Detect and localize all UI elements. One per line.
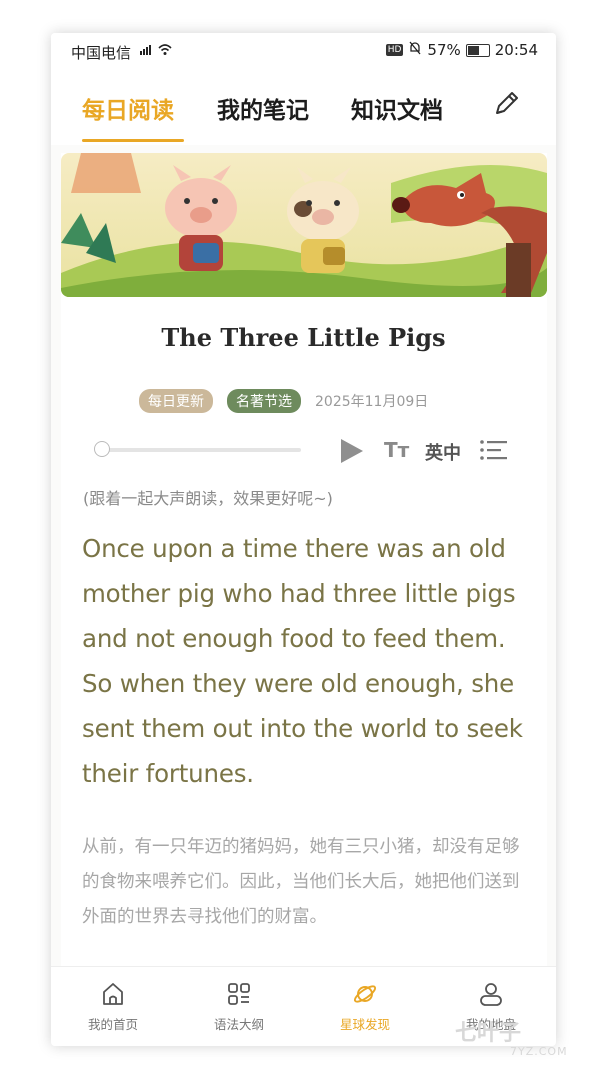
status-bar: 中国电信 HD 57% 20:54 [51, 33, 556, 69]
hd-icon: HD [385, 44, 404, 56]
edit-pencil-icon[interactable] [491, 89, 521, 123]
nav-label: 我的首页 [87, 1017, 138, 1032]
tab-daily-reading[interactable]: 每日阅读 [82, 91, 174, 125]
language-toggle-button[interactable]: 英中 [425, 439, 461, 465]
reading-hint: (跟着一起大声朗读，效果更好呢~) [83, 489, 333, 508]
phone-screen: 中国电信 HD 57% 20:54 每日阅读 我的笔记 知识文档 The Thr… [51, 33, 556, 1046]
tab-my-notes[interactable]: 我的笔记 [217, 91, 309, 125]
list-icon[interactable] [479, 438, 509, 466]
english-paragraph: Once upon a time there was an old mother… [82, 534, 523, 788]
clock: 20:54 [494, 41, 538, 59]
planet-icon [352, 985, 378, 1011]
top-tab-bar: 每日阅读 我的笔记 知识文档 [51, 69, 556, 145]
article-meta: 每日更新 名著节选 2025年11月09日 [139, 389, 428, 413]
audio-player: Tт 英中 [91, 433, 521, 467]
nav-my-home[interactable]: 我的首页 [63, 981, 163, 1033]
article-title: The Three Little Pigs [161, 323, 446, 352]
tab-knowledge-docs[interactable]: 知识文档 [351, 91, 443, 125]
battery-percent: 57% [427, 41, 461, 59]
grid-list-icon [226, 983, 252, 1011]
font-size-button[interactable]: Tт [384, 438, 409, 462]
home-icon [100, 983, 126, 1011]
battery-icon [465, 43, 490, 57]
article-banner-image [61, 153, 547, 297]
nav-grammar-outline[interactable]: 语法大纲 [189, 981, 289, 1033]
progress-knob[interactable] [94, 441, 110, 457]
status-right: HD 57% 20:54 [385, 41, 538, 59]
watermark-logo: 七叶子 [455, 1021, 522, 1046]
play-icon[interactable] [339, 437, 365, 469]
mute-bell-icon [408, 41, 422, 59]
signal-icon [138, 42, 178, 59]
progress-track[interactable] [99, 448, 301, 452]
nav-label: 语法大纲 [213, 1017, 264, 1032]
chinese-paragraph: 从前，有一只年迈的猪妈妈，她有三只小猪，却没有足够的食物来喂养它们。因此，当他们… [82, 837, 520, 927]
watermark-url: 7YZ.COM [510, 1045, 568, 1058]
tag-daily-update: 每日更新 [139, 389, 213, 413]
nav-label: 星球发现 [339, 1017, 390, 1032]
carrier-label: 中国电信 [71, 44, 132, 62]
article-date: 2025年11月09日 [315, 394, 429, 410]
tag-classic-excerpt: 名著节选 [227, 389, 301, 413]
nav-planet-discover[interactable]: 星球发现 [315, 981, 415, 1033]
active-tab-indicator [82, 139, 184, 142]
user-icon [478, 983, 504, 1011]
